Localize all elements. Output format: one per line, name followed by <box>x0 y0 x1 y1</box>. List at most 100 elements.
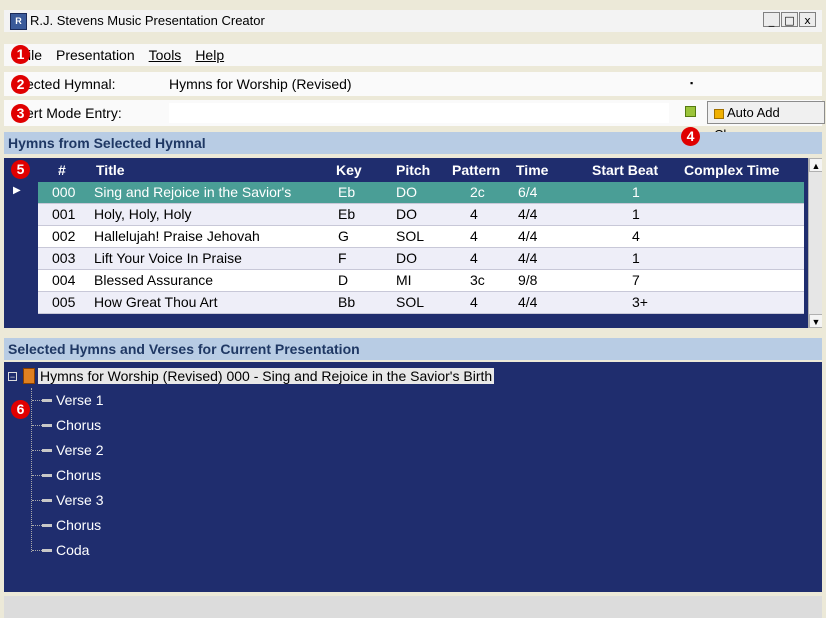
cell-number: 001 <box>52 206 76 222</box>
verse-icon <box>42 523 52 527</box>
cell-key: D <box>338 272 349 288</box>
cell-pattern: 2c <box>470 184 485 200</box>
cell-key: G <box>338 228 349 244</box>
tree-child-node[interactable]: Verse 3 <box>42 490 103 510</box>
menu-tools-label: Tools <box>148 47 182 63</box>
verse-icon <box>42 423 52 427</box>
cell-number: 005 <box>52 294 76 310</box>
cell-title: How Great Thou Art <box>94 294 218 310</box>
cell-pitch: SOL <box>396 228 425 244</box>
hymnal-label: ected Hymnal: <box>26 76 116 92</box>
cell-key: Eb <box>338 184 356 200</box>
presentation-tree: − Hymns for Worship (Revised) 000 - Sing… <box>4 362 822 592</box>
col-pattern[interactable]: Pattern <box>452 162 500 178</box>
cell-number: 002 <box>52 228 76 244</box>
menu-presentation[interactable]: Presentation <box>49 47 142 63</box>
insert-mode-row: ert Mode Entry: Auto Add Chorus <box>4 100 825 142</box>
hymns-grid: # Title Key Pitch Pattern Time Start Bea… <box>4 158 822 328</box>
scroll-up-icon[interactable]: ▲ <box>809 158 822 172</box>
tree-child-node[interactable]: Verse 2 <box>42 440 103 460</box>
grid-header: # Title Key Pitch Pattern Time Start Bea… <box>4 158 804 182</box>
hymnal-select[interactable]: Hymns for Worship (Revised) <box>169 76 352 92</box>
tree-child-label: Chorus <box>56 517 102 533</box>
table-row[interactable]: 004 Blessed Assurance D MI 3c 9/8 7 <box>38 270 804 292</box>
grid-body: 000 Sing and Rejoice in the Savior's Eb DO 2… <box>38 182 804 314</box>
tree-branch-line <box>32 450 42 451</box>
maximize-button[interactable]: □ <box>781 12 798 27</box>
table-row[interactable]: 005 How Great Thou Art Bb SOL 4 4/4 3+ <box>38 292 804 314</box>
tree-connector <box>31 388 33 552</box>
cell-time: 4/4 <box>518 294 538 310</box>
tree-child-node[interactable]: Verse 1 <box>42 390 103 410</box>
cell-number: 000 <box>52 184 76 200</box>
minimize-button[interactable]: _ <box>763 12 780 27</box>
col-time[interactable]: Time <box>516 162 548 178</box>
cell-time: 6/4 <box>518 184 538 200</box>
cell-time: 4/4 <box>518 250 538 266</box>
cell-pitch: SOL <box>396 294 425 310</box>
grid-scrollbar[interactable]: ▲ ▼ <box>808 158 822 328</box>
cell-time: 4/4 <box>518 228 538 244</box>
tree-root-label: Hymns for Worship (Revised) 000 - Sing a… <box>38 368 495 384</box>
table-row[interactable]: 002 Hallelujah! Praise Jehovah G SOL 4 4/4 4 <box>38 226 804 248</box>
cell-pitch: MI <box>396 272 412 288</box>
table-row[interactable]: 003 Lift Your Voice In Praise F DO 4 4/4 1 <box>38 248 804 270</box>
menu-tools[interactable]: Tools <box>142 47 189 63</box>
auto-add-chorus-button[interactable]: Auto Add Chorus <box>707 101 825 142</box>
col-key[interactable]: Key <box>336 162 362 178</box>
tree-branch-line <box>32 550 42 551</box>
tree-root-node[interactable]: − Hymns for Worship (Revised) 000 - Sing… <box>8 366 495 386</box>
hymnal-selector-row: ected Hymnal: Hymns for Worship (Revised… <box>4 72 822 96</box>
cell-pitch: DO <box>396 250 417 266</box>
cell-title: Hallelujah! Praise Jehovah <box>94 228 260 244</box>
cell-key: Eb <box>338 206 356 222</box>
cell-number: 003 <box>52 250 76 266</box>
cell-pattern: 3c <box>470 272 485 288</box>
cell-time: 9/8 <box>518 272 538 288</box>
cell-start-beat: 4 <box>632 228 640 244</box>
tree-child-label: Verse 2 <box>56 442 104 458</box>
scroll-down-icon[interactable]: ▼ <box>809 314 822 328</box>
tree-branch-line <box>32 525 42 526</box>
cell-start-beat: 3+ <box>632 294 648 310</box>
verse-icon <box>42 498 52 502</box>
menu-help[interactable]: Help <box>188 47 231 63</box>
tree-child-node[interactable]: Chorus <box>42 465 101 485</box>
insert-mode-label: ert Mode Entry: <box>26 105 122 121</box>
cell-pitch: DO <box>396 184 417 200</box>
tree-child-label: Coda <box>56 542 90 558</box>
insert-action-icon[interactable] <box>685 106 696 117</box>
callout-badge-6: 6 <box>11 400 30 419</box>
col-pitch[interactable]: Pitch <box>396 162 430 178</box>
table-row[interactable]: 001 Holy, Holy, Holy Eb DO 4 4/4 1 <box>38 204 804 226</box>
tree-child-node[interactable]: Coda <box>42 540 89 560</box>
tree-branch-line <box>32 500 42 501</box>
collapse-icon[interactable]: − <box>8 371 17 381</box>
verse-icon <box>42 398 52 402</box>
col-title[interactable]: Title <box>96 162 125 178</box>
table-row[interactable]: 000 Sing and Rejoice in the Savior's Eb DO 2… <box>38 182 804 204</box>
verse-icon <box>42 448 52 452</box>
tree-child-node[interactable]: Chorus <box>42 415 101 435</box>
cell-title: Lift Your Voice In Praise <box>94 250 242 266</box>
cell-title: Blessed Assurance <box>94 272 214 288</box>
callout-badge-3: 3 <box>11 104 30 123</box>
title-bar[interactable]: R R.J. Stevens Music Presentation Creato… <box>4 10 822 32</box>
col-start-beat[interactable]: Start Beat <box>592 162 658 178</box>
tree-child-node[interactable]: Chorus <box>42 515 101 535</box>
menu-help-label: Help <box>195 47 225 63</box>
cell-pitch: DO <box>396 206 417 222</box>
presentation-section-header: Selected Hymns and Verses for Current Pr… <box>4 338 822 360</box>
col-number[interactable]: # <box>58 162 66 178</box>
tree-child-label: Chorus <box>56 467 102 483</box>
window-title: R.J. Stevens Music Presentation Creator <box>30 13 265 28</box>
close-button[interactable]: x <box>799 12 816 27</box>
tree-branch-line <box>32 425 42 426</box>
cell-title: Sing and Rejoice in the Savior's <box>94 184 292 200</box>
cell-start-beat: 1 <box>632 184 640 200</box>
dropdown-arrow-icon[interactable]: ▪ <box>690 78 696 88</box>
app-icon: R <box>10 13 27 30</box>
tree-branch-line <box>32 475 42 476</box>
col-complex-time[interactable]: Complex Time <box>684 162 779 178</box>
insert-mode-input[interactable] <box>169 103 669 123</box>
